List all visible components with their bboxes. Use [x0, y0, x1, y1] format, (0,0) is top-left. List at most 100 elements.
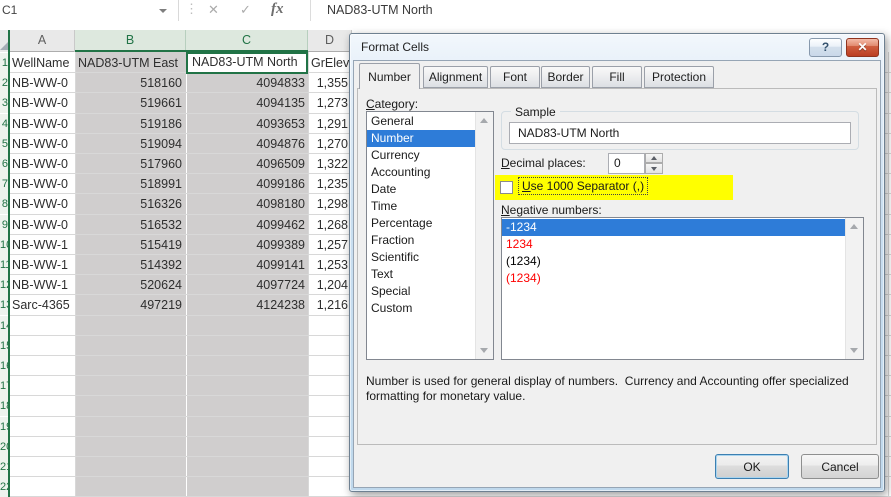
- use-1000-separator-checkbox[interactable]: [500, 181, 513, 194]
- name-box-dropdown-icon[interactable]: [159, 9, 167, 13]
- cell-C4[interactable]: 4093653: [190, 114, 305, 134]
- cell-C2[interactable]: 4094833: [190, 73, 305, 93]
- category-option-time[interactable]: Time: [367, 198, 476, 215]
- cell-A13[interactable]: Sarc-4365: [12, 295, 74, 315]
- cancel-button[interactable]: Cancel: [801, 454, 879, 479]
- category-option-percentage[interactable]: Percentage: [367, 215, 476, 232]
- negative-option-4[interactable]: (1234): [502, 270, 846, 287]
- cell-B4[interactable]: 519186: [78, 114, 182, 134]
- row-header-22[interactable]: 22: [0, 477, 8, 497]
- cell-B1[interactable]: NAD83-UTM East: [78, 53, 182, 73]
- cell-D7[interactable]: 1,235: [308, 174, 348, 194]
- cell-A1[interactable]: WellName: [12, 53, 74, 73]
- tab-border[interactable]: Border: [541, 66, 590, 88]
- formula-bar-content[interactable]: NAD83-UTM North: [327, 3, 433, 17]
- cell-A2[interactable]: NB-WW-0: [12, 73, 74, 93]
- tab-font[interactable]: Font: [490, 66, 540, 88]
- cell-A5[interactable]: NB-WW-0: [12, 134, 74, 154]
- decimal-places-input[interactable]: 0: [608, 153, 645, 174]
- cell-C11[interactable]: 4099141: [190, 255, 305, 275]
- cell-C8[interactable]: 4098180: [190, 194, 305, 214]
- tab-alignment[interactable]: Alignment: [423, 66, 488, 88]
- category-option-number[interactable]: Number: [367, 130, 476, 147]
- row-header-10[interactable]: 10: [0, 235, 8, 255]
- cell-A3[interactable]: NB-WW-0: [12, 93, 74, 113]
- row-header-3[interactable]: 3: [0, 93, 8, 113]
- row-header-20[interactable]: 20: [0, 437, 8, 457]
- cell-C9[interactable]: 4099462: [190, 215, 305, 235]
- category-option-special[interactable]: Special: [367, 283, 476, 300]
- row-header-19[interactable]: 19: [0, 417, 8, 437]
- cell-B7[interactable]: 518991: [78, 174, 182, 194]
- category-option-date[interactable]: Date: [367, 181, 476, 198]
- cell-B3[interactable]: 519661: [78, 93, 182, 113]
- cell-A8[interactable]: NB-WW-0: [12, 194, 74, 214]
- category-option-scientific[interactable]: Scientific: [367, 249, 476, 266]
- row-header-9[interactable]: 9: [0, 215, 8, 235]
- help-button[interactable]: ?: [809, 38, 842, 57]
- row-header-7[interactable]: 7: [0, 174, 8, 194]
- cell-C10[interactable]: 4099389: [190, 235, 305, 255]
- cell-D2[interactable]: 1,355: [308, 73, 348, 93]
- cell-C7[interactable]: 4099186: [190, 174, 305, 194]
- use-1000-separator-label[interactable]: Use 1000 Separator (,): [520, 179, 646, 193]
- cell-B11[interactable]: 514392: [78, 255, 182, 275]
- row-header-1[interactable]: 1: [0, 53, 8, 73]
- active-cell-C1[interactable]: NAD83-UTM North: [186, 52, 308, 74]
- cell-A11[interactable]: NB-WW-1: [12, 255, 74, 275]
- cell-C13[interactable]: 4124238: [190, 295, 305, 315]
- row-header-5[interactable]: 5: [0, 134, 8, 154]
- cell-B5[interactable]: 519094: [78, 134, 182, 154]
- cell-D11[interactable]: 1,253: [308, 255, 348, 275]
- column-header-B[interactable]: B: [75, 30, 186, 52]
- cell-D5[interactable]: 1,270: [308, 134, 348, 154]
- close-button[interactable]: ✕: [846, 38, 879, 57]
- negative-numbers-list[interactable]: -12341234(1234)(1234): [501, 217, 864, 360]
- row-header-11[interactable]: 11: [0, 255, 8, 275]
- tab-protection[interactable]: Protection: [644, 66, 714, 88]
- category-list[interactable]: GeneralNumberCurrencyAccountingDateTimeP…: [366, 111, 494, 360]
- scroll-down-icon[interactable]: [480, 348, 488, 353]
- column-header-D[interactable]: D: [308, 30, 352, 52]
- ok-button[interactable]: OK: [715, 454, 789, 479]
- row-header-12[interactable]: 12: [0, 275, 8, 295]
- cell-A4[interactable]: NB-WW-0: [12, 114, 74, 134]
- cell-D12[interactable]: 1,204: [308, 275, 348, 295]
- tab-number[interactable]: Number: [359, 63, 420, 89]
- row-header-16[interactable]: 16: [0, 356, 8, 376]
- cell-B6[interactable]: 517960: [78, 154, 182, 174]
- row-header-13[interactable]: 13: [0, 295, 8, 315]
- row-header-14[interactable]: 14: [0, 316, 8, 336]
- category-list-scrollbar[interactable]: [475, 112, 493, 359]
- category-option-general[interactable]: General: [367, 113, 476, 130]
- category-option-custom[interactable]: Custom: [367, 300, 476, 317]
- row-header-8[interactable]: 8: [0, 194, 8, 214]
- cell-D6[interactable]: 1,322: [308, 154, 348, 174]
- cell-B8[interactable]: 516326: [78, 194, 182, 214]
- cell-A9[interactable]: NB-WW-0: [12, 215, 74, 235]
- scroll-up-icon[interactable]: [850, 224, 858, 229]
- tab-fill[interactable]: Fill: [592, 66, 642, 88]
- cell-B13[interactable]: 497219: [78, 295, 182, 315]
- row-header-15[interactable]: 15: [0, 336, 8, 356]
- negative-list-scrollbar[interactable]: [845, 218, 863, 359]
- cell-D3[interactable]: 1,273: [308, 93, 348, 113]
- row-header-17[interactable]: 17: [0, 376, 8, 396]
- negative-option-2[interactable]: 1234: [502, 236, 846, 253]
- cell-D9[interactable]: 1,268: [308, 215, 348, 235]
- row-header-6[interactable]: 6: [0, 154, 8, 174]
- spinner-up-button[interactable]: [645, 153, 663, 163]
- cell-D1[interactable]: GrElev: [308, 53, 351, 73]
- cell-C12[interactable]: 4097724: [190, 275, 305, 295]
- cell-C3[interactable]: 4094135: [190, 93, 305, 113]
- name-box[interactable]: C1: [0, 0, 179, 21]
- cell-B9[interactable]: 516532: [78, 215, 182, 235]
- cell-A12[interactable]: NB-WW-1: [12, 275, 74, 295]
- cancel-icon[interactable]: ✕: [208, 2, 219, 18]
- cell-C6[interactable]: 4096509: [190, 154, 305, 174]
- spinner-down-button[interactable]: [645, 163, 663, 174]
- cell-D4[interactable]: 1,291: [308, 114, 348, 134]
- enter-icon[interactable]: ✓: [240, 2, 251, 18]
- cell-A10[interactable]: NB-WW-1: [12, 235, 74, 255]
- row-header-21[interactable]: 21: [0, 457, 8, 477]
